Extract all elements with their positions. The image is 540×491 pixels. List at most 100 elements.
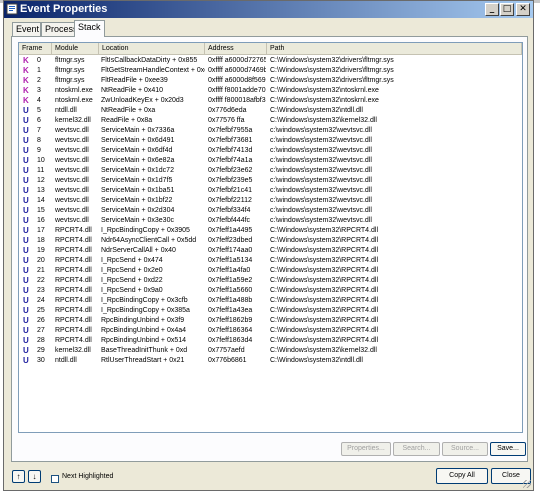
down-arrow-button[interactable]: ↓ — [28, 470, 41, 483]
save-button[interactable]: Save... — [490, 442, 526, 456]
table-row[interactable]: U 24 RPCRT4.dll I_RpcBindingCopy + 0x3cfb 0x… — [19, 296, 522, 306]
cell-path: c:\windows\system32\wevtsvc.dll — [270, 167, 372, 174]
cell-frame: 11 — [37, 167, 45, 174]
cell-address: 0x7feff1a4fa0 — [208, 267, 251, 274]
user-mode-icon: U — [23, 236, 29, 245]
cell-module: fltmgr.sys — [55, 67, 85, 74]
table-row[interactable]: U 28 RPCRT4.dll RpcBindingUnbind + 0x514 0x7… — [19, 336, 522, 346]
cell-frame: 17 — [37, 227, 45, 234]
tab-event[interactable]: Event — [12, 22, 41, 36]
table-row[interactable]: U 25 RPCRT4.dll I_RpcBindingCopy + 0x385a 0x… — [19, 306, 522, 316]
cell-frame: 15 — [37, 207, 45, 214]
cell-location: FltIsCallbackDataDirty + 0x855 — [101, 57, 198, 64]
cell-address: 0x7fefbf444fc — [208, 217, 251, 224]
cell-path: C:\Windows\system32\RPCRT4.dll — [270, 237, 379, 244]
tab-process[interactable]: Process — [41, 22, 78, 36]
table-row[interactable]: U 5 ntdll.dll NtReadFile + 0xa 0x776d6eda C:\… — [19, 106, 522, 116]
table-row[interactable]: U 13 wevtsvc.dll ServiceMain + 0x1ba51 0x7fe… — [19, 186, 522, 196]
table-row[interactable]: U 18 RPCRT4.dll Ndr64AsyncClientCall + 0x5d… — [19, 236, 522, 246]
user-mode-icon: U — [23, 286, 29, 295]
cell-location: I_RpcSend + 0xd22 — [101, 277, 163, 284]
table-row[interactable]: U 9 wevtsvc.dll ServiceMain + 0x6df4d 0x7fef… — [19, 146, 522, 156]
table-row[interactable]: U 11 wevtsvc.dll ServiceMain + 0x1dc72 0x7fe… — [19, 166, 522, 176]
cell-path: C:\Windows\system32\RPCRT4.dll — [270, 257, 379, 264]
search-button[interactable]: Search... — [393, 442, 440, 456]
cell-location: ServiceMain + 0x6df4d — [101, 147, 173, 154]
cell-path: c:\windows\system32\wevtsvc.dll — [270, 157, 372, 164]
cell-location: Ndr64AsyncClientCall + 0x5dd — [101, 237, 197, 244]
stack-table[interactable]: Frame Module Location Address Path K 0 flt… — [18, 42, 523, 433]
up-arrow-button[interactable]: ↑ — [12, 470, 25, 483]
table-row[interactable]: U 26 RPCRT4.dll RpcBindingUnbind + 0x3f9 0x7… — [19, 316, 522, 326]
minimize-button[interactable]: _ — [485, 3, 499, 16]
cell-module: fltmgr.sys — [55, 77, 85, 84]
cell-frame: 21 — [37, 267, 45, 274]
table-row[interactable]: U 7 wevtsvc.dll ServiceMain + 0x7336a 0x7fef… — [19, 126, 522, 136]
user-mode-icon: U — [23, 316, 29, 325]
cell-module: ntdll.dll — [55, 357, 77, 364]
cell-frame: 26 — [37, 317, 45, 324]
table-row[interactable]: U 15 wevtsvc.dll ServiceMain + 0x2d304 0x7fe… — [19, 206, 522, 216]
cell-address: 0x7feff1a488b — [208, 297, 253, 304]
table-row[interactable]: U 12 wevtsvc.dll ServiceMain + 0x1d7f5 0x7fe… — [19, 176, 522, 186]
maximize-button[interactable]: □ — [500, 3, 514, 16]
column-header-module[interactable]: Module — [52, 43, 99, 55]
cell-frame: 24 — [37, 297, 45, 304]
table-row[interactable]: K 3 ntoskrnl.exe NtReadFile + 0x410 0xffff f… — [19, 86, 522, 96]
table-row[interactable]: K 4 ntoskrnl.exe ZwUnloadKeyEx + 0x20d3 0xff… — [19, 96, 522, 106]
table-row[interactable]: U 21 RPCRT4.dll I_RpcSend + 0x2e0 0x7feff1a4… — [19, 266, 522, 276]
cell-path: C:\Windows\system32\RPCRT4.dll — [270, 277, 379, 284]
cell-address: 0x7fefbf7955a — [208, 127, 253, 134]
table-row[interactable]: K 1 fltmgr.sys FltGetStreamHandleContext + … — [19, 66, 522, 76]
column-header-location[interactable]: Location — [99, 43, 205, 55]
cell-frame: 16 — [37, 217, 45, 224]
cell-location: RtlUserThreadStart + 0x21 — [101, 357, 185, 364]
cell-location: I_RpcSend + 0x9a0 — [101, 287, 163, 294]
cell-module: wevtsvc.dll — [55, 137, 89, 144]
table-row[interactable]: U 20 RPCRT4.dll I_RpcSend + 0x474 0x7feff1a5… — [19, 256, 522, 266]
column-header-frame[interactable]: Frame — [19, 43, 52, 55]
table-row[interactable]: U 6 kernel32.dll ReadFile + 0x8a 0x77576 ffa… — [19, 116, 522, 126]
cell-location: ZwUnloadKeyEx + 0x20d3 — [101, 97, 184, 104]
table-row[interactable]: U 17 RPCRT4.dll I_RpcBindingCopy + 0x3905 0x… — [19, 226, 522, 236]
cell-module: wevtsvc.dll — [55, 147, 89, 154]
user-mode-icon: U — [23, 296, 29, 305]
table-row[interactable]: U 10 wevtsvc.dll ServiceMain + 0x6e82a 0x7fe… — [19, 156, 522, 166]
cell-address: 0x7feff1a43ea — [208, 307, 253, 314]
cell-frame: 14 — [37, 197, 45, 204]
resize-grip[interactable] — [523, 480, 531, 488]
table-row[interactable]: U 27 RPCRT4.dll RpcBindingUnbind + 0x4a4 0x7… — [19, 326, 522, 336]
cell-module: RPCRT4.dll — [55, 247, 92, 254]
table-row[interactable]: U 30 ntdll.dll RtlUserThreadStart + 0x21 0x7… — [19, 356, 522, 366]
table-row[interactable]: U 29 kernel32.dll BaseThreadInitThunk + 0xd… — [19, 346, 522, 356]
table-row[interactable]: K 0 fltmgr.sys FltIsCallbackDataDirty + 0x8… — [19, 56, 522, 66]
table-row[interactable]: U 22 RPCRT4.dll I_RpcSend + 0xd22 0x7feff1a5… — [19, 276, 522, 286]
source-button[interactable]: Source... — [442, 442, 488, 456]
table-row[interactable]: U 23 RPCRT4.dll I_RpcSend + 0x9a0 0x7feff1a5… — [19, 286, 522, 296]
next-highlighted-checkbox[interactable] — [51, 475, 59, 483]
cell-address: 0x7fefbf7413d — [208, 147, 253, 154]
column-header-path[interactable]: Path — [267, 43, 522, 55]
cell-location: I_RpcBindingCopy + 0x3905 — [101, 227, 190, 234]
cell-path: c:\windows\system32\wevtsvc.dll — [270, 127, 372, 134]
table-row[interactable]: U 14 wevtsvc.dll ServiceMain + 0x1bf22 0x7fe… — [19, 196, 522, 206]
table-row[interactable]: U 16 wevtsvc.dll ServiceMain + 0x3e30c 0x7fe… — [19, 216, 522, 226]
close-window-button[interactable]: ✕ — [516, 3, 530, 16]
cell-frame: 8 — [37, 137, 41, 144]
copy-all-button[interactable]: Copy All — [436, 468, 488, 484]
cell-module: wevtsvc.dll — [55, 167, 89, 174]
table-row[interactable]: U 19 RPCRT4.dll NdrServerCallAll + 0x40 0x7f… — [19, 246, 522, 256]
table-row[interactable]: K 2 fltmgr.sys FltReadFile + 0xee39 0xffff a… — [19, 76, 522, 86]
cell-address: 0x7feff1863d4 — [208, 337, 253, 344]
user-mode-icon: U — [23, 346, 29, 355]
table-row[interactable]: U 8 wevtsvc.dll ServiceMain + 0x6d491 0x7fef… — [19, 136, 522, 146]
cell-location: NdrServerCallAll + 0x40 — [101, 247, 176, 254]
cell-module: kernel32.dll — [55, 347, 91, 354]
title-bar[interactable]: Event Properties _ □ ✕ — [4, 1, 533, 18]
cell-frame: 10 — [37, 157, 45, 164]
cell-location: ServiceMain + 0x6e82a — [101, 157, 175, 164]
column-header-address[interactable]: Address — [205, 43, 267, 55]
properties-button[interactable]: Properties... — [341, 442, 391, 456]
tab-stack[interactable]: Stack — [74, 20, 105, 37]
cell-address: 0x7fefbf23e62 — [208, 167, 253, 174]
